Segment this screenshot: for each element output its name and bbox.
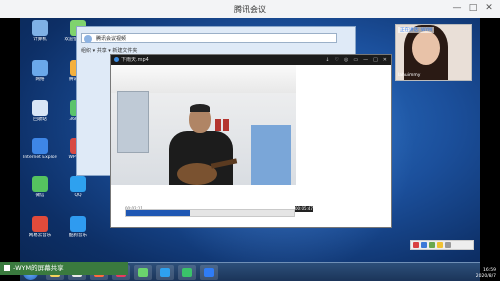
desktop-icon-label: 回收站 [33,117,47,122]
desktop-icon-label: QQ [74,193,82,198]
desktop-icon-label: 网易云音乐 [28,233,52,238]
desktop-icon-image [32,60,48,76]
share-indicator-label: -WYM的屏幕共享 [13,264,64,272]
taskbar-app[interactable] [156,265,174,280]
input-method-toolbar[interactable] [410,240,474,250]
player-control[interactable]: ▭ [353,56,358,64]
address-text: 腾讯会议视频 [96,36,127,42]
desktop-icon-image [70,176,86,192]
taskbar-app[interactable] [178,265,196,280]
desktop-icon-label: 微信 [35,193,45,198]
player-control[interactable]: ◎ [344,56,348,64]
desktop-icon[interactable]: Internet Explorer [23,138,57,160]
time-total: 00:05:47 [295,206,313,212]
maximize-icon[interactable]: □ [468,3,478,13]
player-control[interactable]: — [363,56,368,64]
player-filename: 下雨天.mp4 [121,57,149,63]
taskbar-app[interactable] [200,265,218,280]
player-control[interactable]: □ [373,56,378,64]
close-icon[interactable]: ✕ [484,3,494,13]
participant-avatar [412,31,440,65]
desktop-icon-image [70,216,86,232]
desktop-icon[interactable]: QQ [61,176,95,198]
player-titlebar: 下雨天.mp4 ↓ ♡ ◎ ▭ — □ ✕ [111,55,391,65]
desktop-icon[interactable]: 网易云音乐 [23,216,57,238]
desktop-icon[interactable]: 回收站 [23,100,57,122]
player-control[interactable]: ♡ [334,56,338,64]
progress-fill [126,210,190,216]
share-icon [4,265,10,271]
clock-date: 2020/8/7 [475,273,496,279]
player-control[interactable]: ✕ [383,56,387,64]
desktop-icon-image [32,138,48,154]
speaking-label: 正在讲话: WYM [398,27,435,33]
video-player-window: 下雨天.mp4 ↓♡◎▭—□✕ 00:02:11 00:05:47 [110,54,392,228]
desktop-icon[interactable]: 酷狗音乐 [61,216,95,238]
desktop-icon-label: 计算机 [33,37,47,42]
address-bar[interactable]: 腾讯会议视频 [81,33,337,43]
desktop-icon-label: Internet Explorer [23,155,57,160]
meeting-titlebar: 腾讯会议 — □ ✕ [0,0,500,19]
taskbar-app[interactable] [134,265,152,280]
participant-video[interactable]: 正在讲话: WYM lahuimmy [395,24,472,81]
video-frame [111,65,296,185]
player-controls: ↓ ♡ ◎ ▭ — □ ✕ [325,56,387,64]
window-title: 腾讯会议 [234,4,266,14]
desktop-icon-image [32,100,48,116]
participant-name: lahuimmy [398,73,421,78]
player-logo-icon [114,57,119,62]
system-clock: 16:59 2020/8/7 [476,268,496,279]
desktop-icon-image [32,216,48,232]
desktop-icon[interactable]: 计算机 [23,20,57,42]
desktop-icon-image [32,176,48,192]
minimize-icon[interactable]: — [452,3,462,13]
desktop-icon-label: 酷狗音乐 [69,233,87,238]
guitarist [161,104,241,185]
screen-share-indicator[interactable]: -WYM的屏幕共享 [0,262,128,275]
desktop-icon[interactable]: 微信 [23,176,57,198]
player-control[interactable]: ↓ [325,56,329,64]
desktop-icon[interactable]: 网络 [23,60,57,82]
video-progress-bar[interactable] [125,209,295,217]
window-controls: — □ ✕ [452,3,494,13]
back-icon[interactable] [84,35,92,43]
desktop-icon-image [32,20,48,36]
desktop-icon-label: 网络 [35,77,45,82]
